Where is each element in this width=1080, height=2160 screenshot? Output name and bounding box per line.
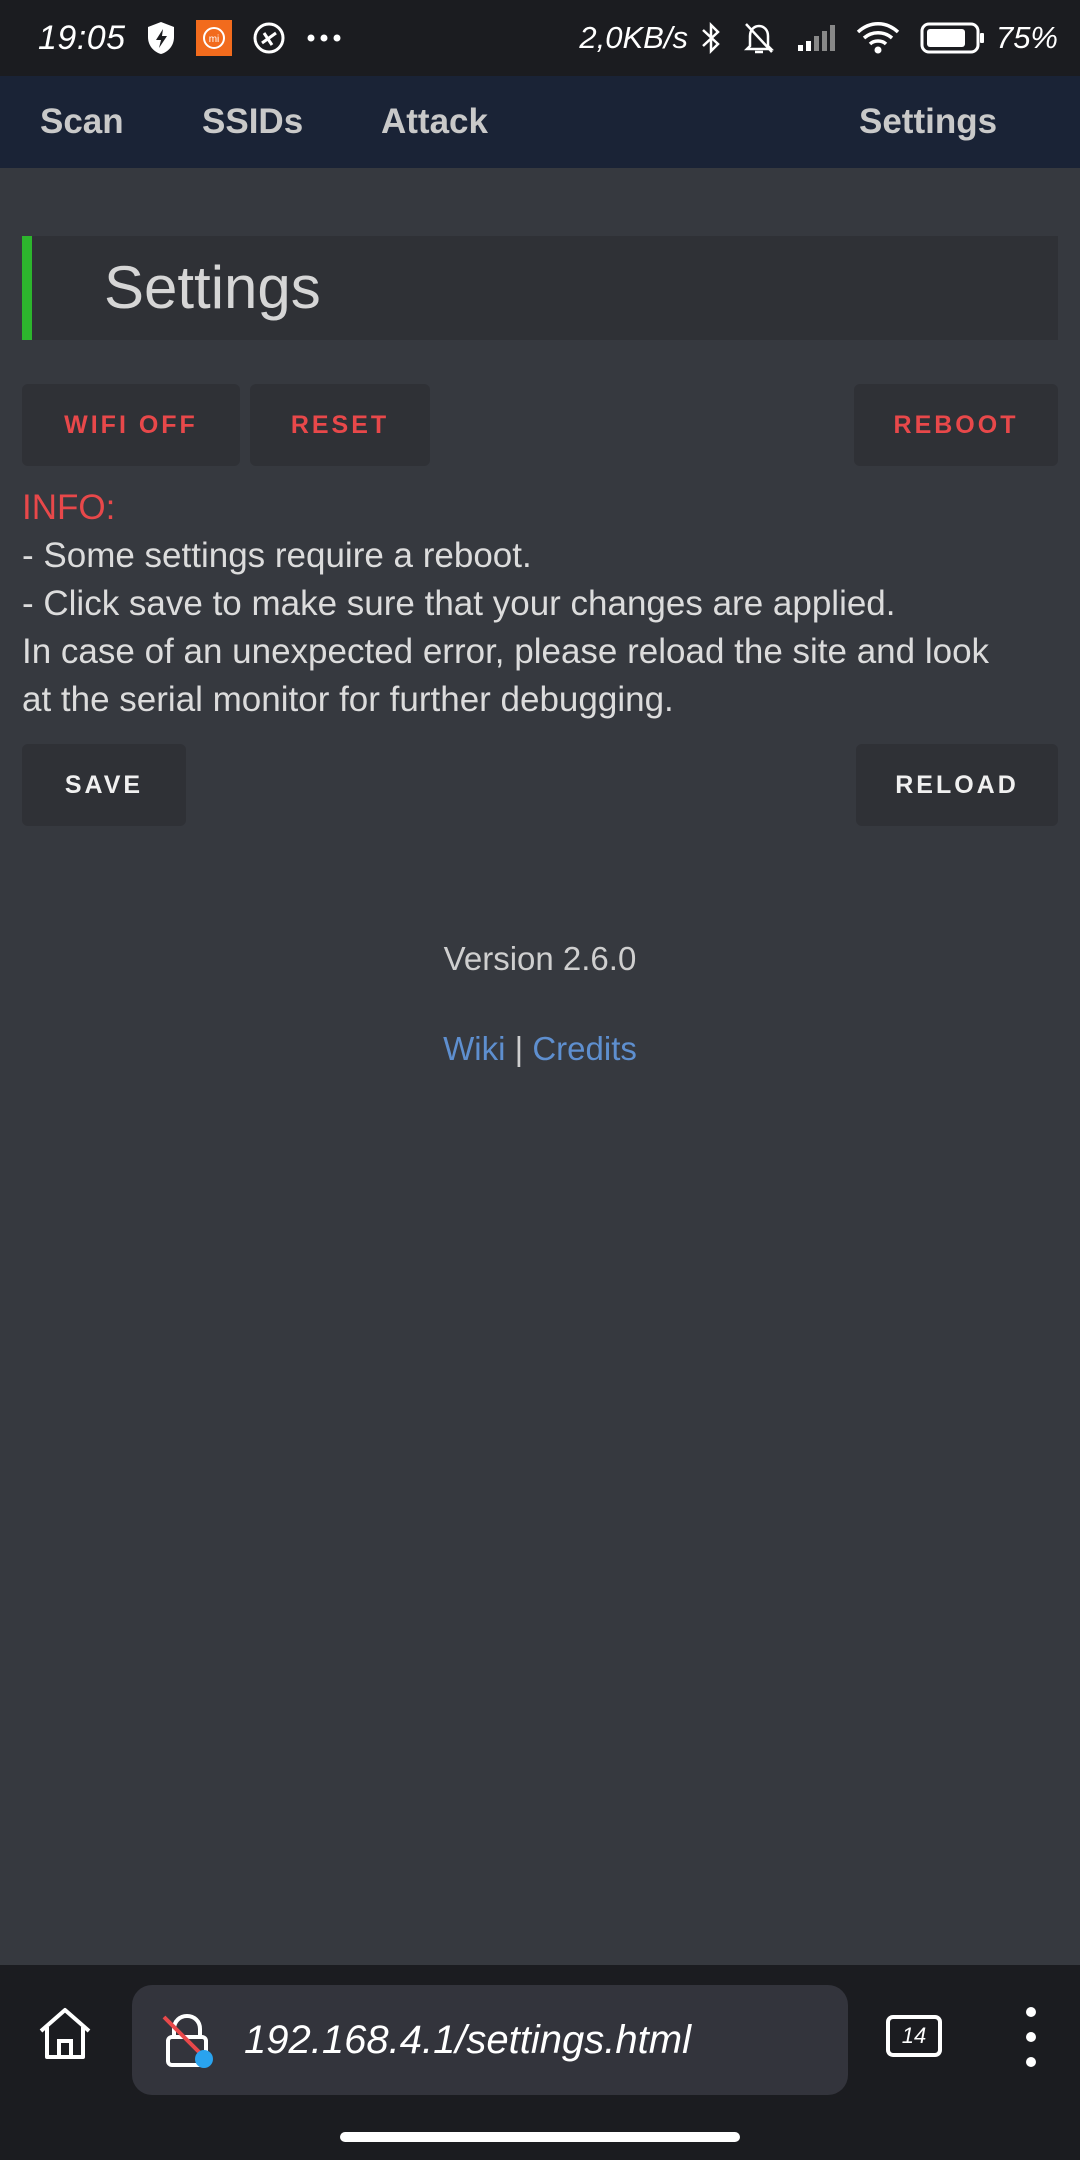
wifi-icon	[856, 21, 900, 55]
status-time: 19:05	[38, 18, 126, 57]
signal-icon	[796, 23, 836, 53]
net-speed: 2,0KB/s	[579, 20, 688, 55]
footer-links: Wiki | Credits	[0, 1030, 1080, 1068]
status-bar-right: 2,0KB/s 75%	[579, 20, 1058, 56]
info-line: In case of an unexpected error, please r…	[22, 632, 990, 671]
more-dots-icon	[306, 33, 342, 43]
tab-switcher-button[interactable]: 14	[886, 2015, 942, 2057]
info-line: - Click save to make sure that your chan…	[22, 584, 896, 623]
browser-toolbar: 192.168.4.1/settings.html 14	[0, 1965, 1080, 2160]
globe-icon	[252, 21, 286, 55]
insecure-lock-icon[interactable]	[160, 2011, 218, 2071]
reload-button[interactable]: RELOAD	[856, 744, 1058, 826]
home-icon[interactable]	[36, 2005, 94, 2063]
info-line: - Some settings require a reboot.	[22, 536, 532, 575]
version-text: Version 2.6.0	[443, 940, 637, 977]
url-text: 192.168.4.1/settings.html	[244, 2018, 691, 2062]
nav-attack[interactable]: Attack	[381, 76, 488, 168]
credits-link[interactable]: Credits	[532, 1030, 637, 1067]
reset-button[interactable]: RESET	[250, 384, 430, 466]
battery-percent: 75%	[995, 20, 1058, 55]
bell-off-icon	[742, 20, 776, 56]
nav-ssids[interactable]: SSIDs	[202, 76, 303, 168]
svg-text:mi: mi	[208, 34, 219, 45]
gesture-handle[interactable]	[340, 2132, 740, 2142]
battery-icon	[920, 22, 986, 54]
mi-app-icon: mi	[195, 20, 232, 56]
shield-icon	[146, 21, 176, 55]
info-block: INFO: - Some settings require a reboot. …	[22, 484, 1062, 724]
info-line: at the serial monitor for further debugg…	[22, 680, 674, 719]
wiki-link[interactable]: Wiki	[443, 1030, 505, 1067]
status-bar: 19:05 mi 2,0KB/s 75%	[0, 0, 1080, 76]
status-bar-left: 19:05 mi	[38, 19, 342, 58]
link-separator: |	[514, 1030, 524, 1067]
bluetooth-icon	[700, 20, 722, 56]
nav-scan[interactable]: Scan	[40, 76, 124, 168]
wifi-off-button[interactable]: WIFI OFF	[22, 384, 240, 466]
page-title: Settings	[104, 254, 321, 321]
save-button[interactable]: SAVE	[22, 744, 186, 826]
page-title-box: Settings	[22, 236, 1058, 340]
info-title: INFO:	[22, 488, 116, 527]
nav-bar: Scan SSIDs Attack Settings	[0, 76, 1080, 168]
address-bar[interactable]: 192.168.4.1/settings.html	[132, 1985, 848, 2095]
nav-settings[interactable]: Settings	[859, 76, 997, 168]
reboot-button[interactable]: REBOOT	[854, 384, 1058, 466]
menu-dots-icon[interactable]	[1016, 2007, 1046, 2067]
